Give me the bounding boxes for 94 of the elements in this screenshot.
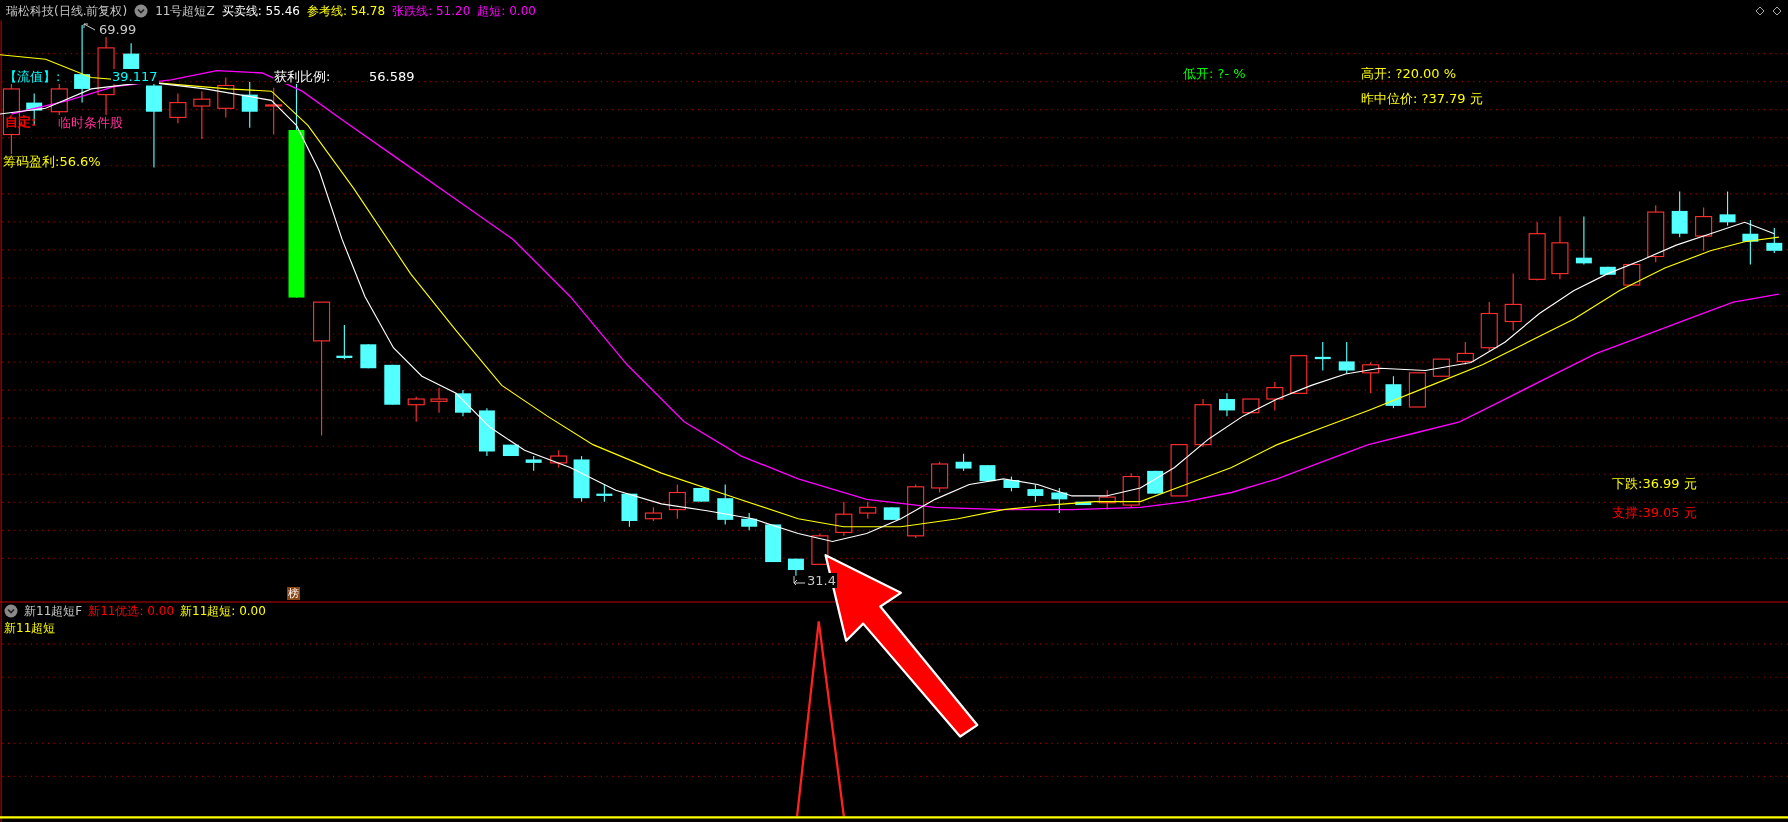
candlestick <box>1671 190 1688 238</box>
candlestick <box>1623 263 1641 286</box>
candlestick <box>573 455 590 503</box>
candlestick <box>1219 392 1235 417</box>
high-price-label: 69.99 <box>98 22 138 37</box>
candlestick <box>1695 206 1713 252</box>
arrow-icon <box>792 575 806 585</box>
candlestick <box>1575 216 1592 266</box>
legend-label: 新11超短 <box>4 621 57 635</box>
candlestick <box>1098 489 1116 511</box>
candlestick <box>1266 381 1284 411</box>
candlestick <box>1504 273 1522 332</box>
candlestick <box>955 453 972 472</box>
candlestick <box>384 364 401 406</box>
candlestick <box>883 506 900 521</box>
candlestick <box>1408 372 1426 408</box>
dropdown-icon[interactable] <box>134 4 149 18</box>
candlestick <box>407 396 425 423</box>
candlestick <box>1742 219 1759 266</box>
chart-label: 获利比例: <box>273 69 332 84</box>
indicator-reading: 新11优选: 0.00 <box>88 604 175 618</box>
candlestick <box>1290 355 1308 394</box>
candlestick <box>1122 472 1140 508</box>
candlestick <box>478 407 495 457</box>
candlestick <box>550 449 568 468</box>
rank-badge[interactable]: 榜 <box>287 587 300 600</box>
candlestick <box>1170 444 1188 497</box>
candlestick <box>241 81 258 129</box>
candlestick <box>1551 216 1569 280</box>
candlestick <box>1456 341 1474 366</box>
indicator-reading: 参考线: 54.78 <box>306 4 386 18</box>
indicator-reading: 买卖线: 55.46 <box>221 4 300 18</box>
chart-label: 临时条件股 <box>57 115 124 130</box>
candlestick <box>859 501 877 520</box>
candlestick <box>360 343 377 369</box>
stock-title: 瑞松科技(日线.前复权) <box>6 4 128 18</box>
indicator-name: 新11超短F <box>24 604 83 618</box>
candlestick <box>502 444 519 457</box>
candlestick <box>193 90 211 140</box>
candlestick <box>1003 476 1020 492</box>
chart-label: 支撑:39.05 元 <box>1611 505 1698 520</box>
candlestick <box>1194 398 1212 448</box>
candlestick <box>1242 398 1260 414</box>
candlestick <box>907 483 925 539</box>
candlestick <box>765 523 782 563</box>
candlestick <box>1075 501 1092 506</box>
candlestick <box>1314 341 1331 372</box>
chart-label: 【流值】: <box>3 69 62 84</box>
chart-label: 56.589 <box>368 69 416 84</box>
candlestick <box>455 389 471 417</box>
chart-label: 39.117 <box>111 69 159 84</box>
candlestick <box>169 92 187 124</box>
candlestick <box>979 464 996 482</box>
candlestick <box>1480 301 1498 352</box>
candlestick <box>717 483 734 525</box>
dropdown-icon[interactable] <box>4 604 18 618</box>
candlestick <box>217 76 235 118</box>
indicator-reading: 张跌线: 51.20 <box>392 4 471 18</box>
candlestick <box>1385 375 1402 409</box>
indicator-name: 11号超短Z <box>155 4 215 18</box>
candlestick <box>787 558 804 577</box>
chart-label: 高开: ?20.00 % <box>1360 66 1458 81</box>
candlestick <box>525 455 542 472</box>
candlestick <box>1051 487 1068 514</box>
candlestick <box>1432 358 1450 377</box>
candlestick <box>1766 227 1783 254</box>
candlestick <box>1647 204 1665 263</box>
candlestick <box>668 483 686 520</box>
chart-label: 低开: ?- % <box>1182 66 1247 81</box>
candlestick <box>1338 341 1355 375</box>
candlestick <box>644 506 662 522</box>
candlestick <box>741 512 758 531</box>
candlestick <box>835 501 853 537</box>
chart-label: 筹码盈利:56.6% <box>2 154 102 169</box>
candlestick <box>1599 266 1616 276</box>
candlestick <box>596 483 613 503</box>
candlestick <box>1362 362 1380 394</box>
indicator-reading: 超短: 0.00 <box>477 4 536 18</box>
arrow-icon <box>82 22 96 32</box>
candlestick <box>931 461 949 494</box>
candlestick <box>430 387 448 414</box>
candlestick <box>693 487 710 503</box>
candlestick <box>811 533 829 565</box>
candlestick <box>1719 190 1736 227</box>
candlestick <box>1147 470 1164 495</box>
low-price-label: 31.4 <box>806 573 837 588</box>
candlestick <box>265 87 283 136</box>
candlestick <box>336 324 353 360</box>
indicator-reading: 新11超短: 0.00 <box>180 604 266 618</box>
chart-label: 下跌:36.99 元 <box>1611 476 1698 491</box>
candlestick <box>621 493 638 528</box>
chart-label: 昨中位价: ?37.79 元 <box>1360 91 1484 106</box>
candlestick <box>1528 221 1546 282</box>
candlestick <box>1027 483 1044 503</box>
